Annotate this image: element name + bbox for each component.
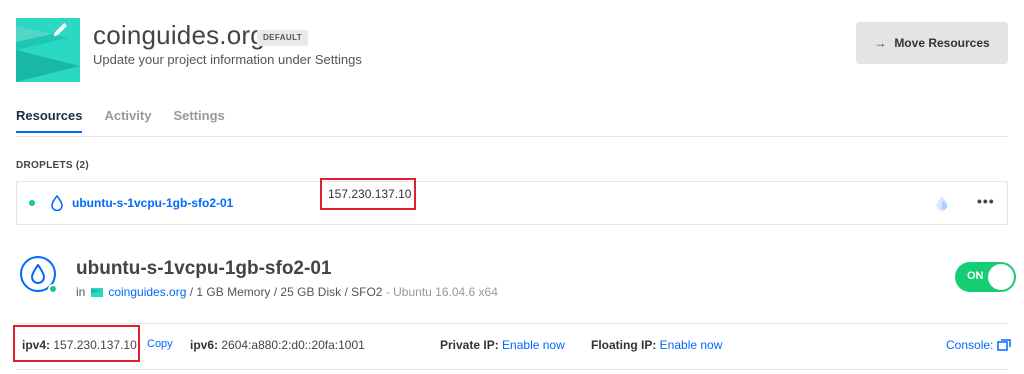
default-badge: DEFAULT — [257, 30, 309, 46]
project-logo-icon — [16, 18, 80, 82]
tab-activity[interactable]: Activity — [104, 108, 151, 133]
status-active-dot — [48, 284, 58, 294]
power-toggle[interactable]: ON — [955, 262, 1016, 292]
droplet-specs: / 1 GB Memory / 25 GB Disk / SFO2 — [189, 285, 383, 299]
ipv6-value[interactable]: 2604:a880:2:d0::20fa:1001 — [221, 338, 364, 352]
private-ip-info: Private IP: Enable now — [440, 338, 565, 352]
droplets-section-title: DROPLETS (2) — [16, 160, 90, 171]
droplet-title: ubuntu-s-1vcpu-1gb-sfo2-01 — [76, 258, 332, 279]
copy-label[interactable]: Copy — [147, 338, 173, 350]
ipv4-info: ipv4: 157.230.137.10 — [22, 338, 137, 352]
more-options-icon[interactable]: ••• — [977, 193, 995, 209]
droplet-ip-address[interactable]: 157.230.137.10 — [320, 178, 416, 210]
droplet-graph-icon[interactable] — [935, 195, 949, 216]
power-toggle-label: ON — [967, 270, 984, 282]
project-link[interactable]: coinguides.org — [108, 285, 186, 299]
in-label: in — [76, 285, 86, 299]
floating-ip-enable-link[interactable]: Enable now — [660, 338, 723, 352]
move-resources-label: Move Resources — [894, 36, 990, 50]
tabs-divider — [16, 136, 1008, 137]
move-resources-button[interactable]: → Move Resources — [856, 22, 1008, 64]
console-label: Console: — [946, 338, 994, 352]
floating-ip-label: Floating IP: — [591, 338, 657, 352]
ipv4-value[interactable]: 157.230.137.10 — [53, 338, 136, 352]
copy-ipv4-link[interactable]: Copy — [147, 338, 173, 350]
network-divider-top — [16, 323, 1008, 324]
status-active-dot — [29, 200, 35, 206]
tab-settings[interactable]: Settings — [173, 108, 224, 133]
project-title: coinguides.org — [93, 20, 265, 50]
floating-ip-info: Floating IP: Enable now — [591, 338, 722, 352]
console-link[interactable]: Console: — [946, 338, 1012, 352]
project-mini-icon — [91, 287, 104, 297]
ipv4-label: ipv4: — [22, 338, 51, 352]
droplet-icon — [51, 194, 63, 216]
private-ip-label: Private IP: — [440, 338, 499, 352]
droplet-meta: in coinguides.org / 1 GB Memory / 25 GB … — [76, 285, 498, 299]
droplet-os: - Ubuntu 16.04.6 x64 — [385, 285, 498, 299]
toggle-knob — [988, 264, 1014, 290]
droplet-list-row[interactable]: ubuntu-s-1vcpu-1gb-sfo2-01 157.230.137.1… — [16, 178, 1008, 225]
arrow-right-icon: → — [874, 36, 887, 50]
tab-resources[interactable]: Resources — [16, 108, 83, 133]
external-window-icon — [997, 339, 1012, 351]
private-ip-enable-link[interactable]: Enable now — [502, 338, 565, 352]
project-tabs: Resources Activity Settings — [16, 108, 225, 133]
project-subtitle: Update your project information under Se… — [93, 52, 362, 67]
ipv6-info: ipv6: 2604:a880:2:d0::20fa:1001 — [190, 338, 365, 352]
ipv6-label: ipv6: — [190, 338, 219, 352]
droplet-name-link[interactable]: ubuntu-s-1vcpu-1gb-sfo2-01 — [72, 196, 233, 210]
network-divider-bottom — [16, 369, 1008, 370]
